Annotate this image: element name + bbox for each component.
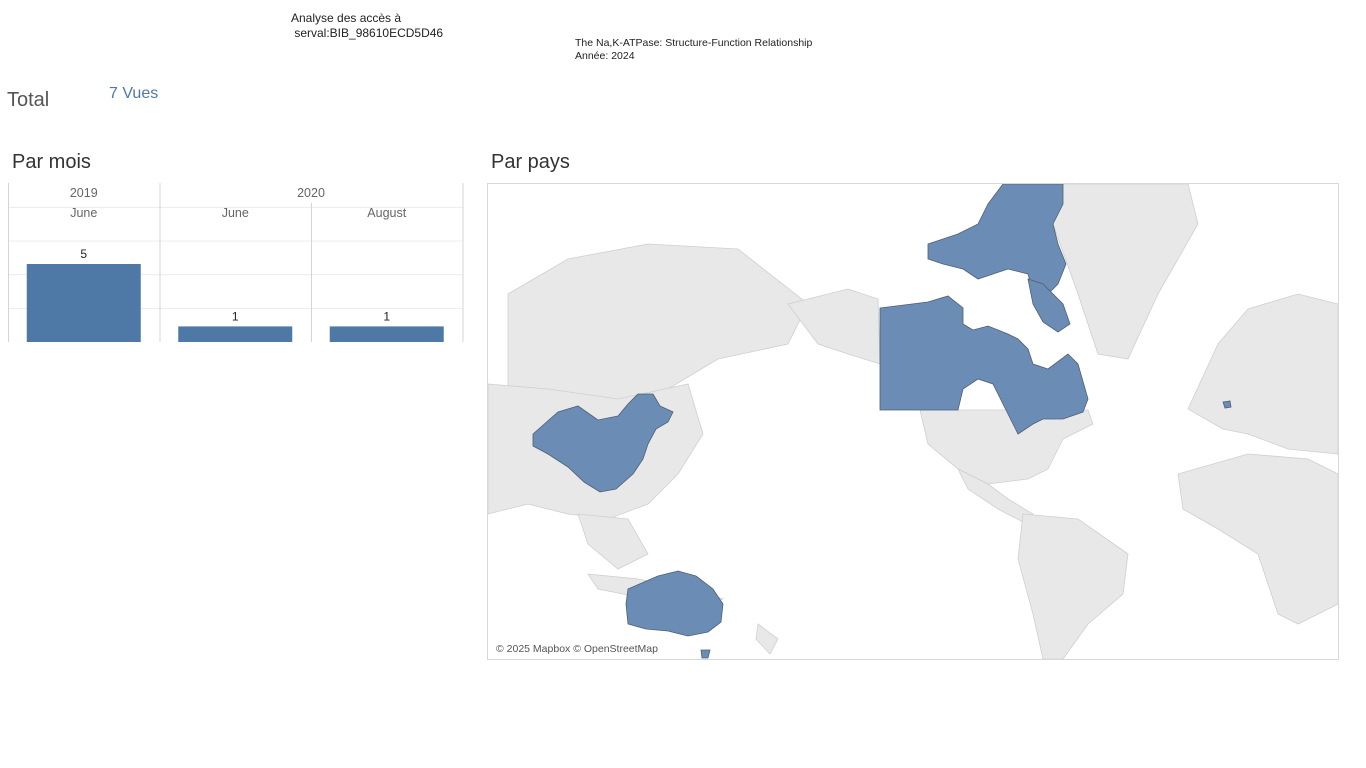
year-header: 2019 [70, 186, 98, 200]
monthly-bar-chart: 2019 2020 June 5 June 1 August 1 [8, 183, 464, 342]
analysis-title: Analyse des accès à serval:BIB_98610ECD5… [291, 11, 444, 40]
bar-data-label: 1 [383, 309, 390, 323]
world-map-canvas[interactable] [488, 184, 1338, 659]
country-australia-tasmania[interactable] [700, 649, 711, 659]
land-europe [1187, 293, 1338, 455]
land-alaska [787, 288, 881, 365]
section-title-by-month: Par mois [12, 151, 91, 173]
land-usa [919, 409, 1094, 485]
bar-data-label: 1 [232, 309, 239, 323]
publication-info: The Na,K-ATPase: Structure-Function Rela… [575, 37, 812, 63]
land-africa [1177, 453, 1338, 625]
year-header: 2020 [297, 186, 325, 200]
section-title-by-country: Par pays [491, 151, 570, 173]
month-label: August [367, 206, 406, 220]
month-label: June [70, 206, 97, 220]
land-south-america [1017, 513, 1129, 659]
country-canada-arctic-islands[interactable] [927, 184, 1067, 295]
map-credit: © 2025 Mapbox © OpenStreetMap [496, 643, 658, 655]
publication-year: Année: 2024 [575, 50, 635, 62]
total-views-value[interactable]: 7 Vues [109, 85, 158, 103]
bar [26, 264, 141, 342]
land-greenland [1047, 184, 1199, 360]
total-label: Total [7, 89, 50, 111]
country-map[interactable]: © 2025 Mapbox © OpenStreetMap [487, 183, 1339, 660]
bar [329, 326, 444, 342]
publication-title: The Na,K-ATPase: Structure-Function Rela… [575, 37, 813, 49]
bar [178, 326, 293, 342]
land-southeast-asia [577, 513, 649, 570]
land-new-zealand [755, 623, 779, 655]
bar-data-label: 5 [80, 247, 87, 261]
land-asia-russia [507, 243, 809, 405]
month-label: June [222, 206, 249, 220]
